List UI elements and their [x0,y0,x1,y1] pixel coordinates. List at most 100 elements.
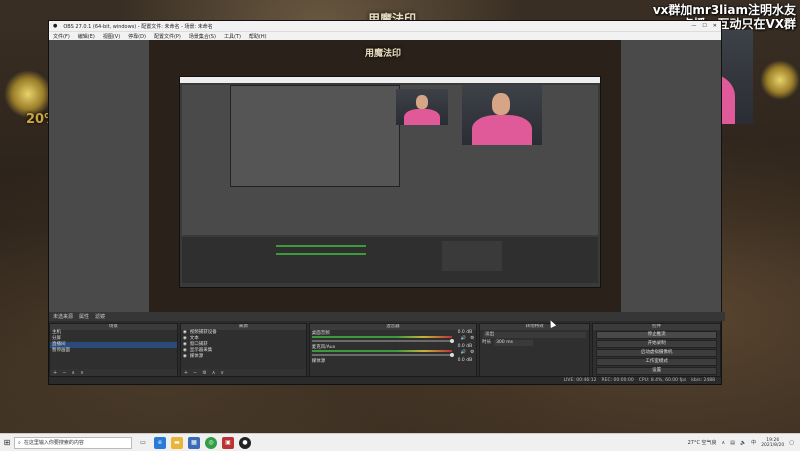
clock[interactable]: 19:26 2021/8/20 [761,438,784,448]
duration-row: 时长 300 ms [480,340,589,346]
transitions-header: 转场特效 [480,324,590,330]
nested-meter-1 [276,245,366,247]
source-label: 媒体源 [189,354,204,359]
windows-start-icon[interactable]: ⊞ [0,434,14,451]
virtual-camera-button[interactable]: 启动虚拟摄像机 [596,349,718,357]
channel-db: 0.0 dB [457,330,473,335]
remove-source-icon[interactable]: − [193,370,197,376]
folder-icon[interactable]: ▬ [171,436,183,449]
mixer-channel: 麦克风/Aux 0.0 dB 🔊 ⚙ [310,344,476,358]
obs-logo-icon: ● [53,23,58,29]
chrome-icon[interactable]: ◎ [205,436,217,449]
gear-icon[interactable]: ⚙ [202,370,206,376]
transition-select[interactable]: 淡出 [483,332,587,338]
notification-icon[interactable]: ▢ [789,440,794,446]
move-down-icon[interactable]: ∨ [220,370,224,376]
menu-tools[interactable]: 工具(T) [224,33,241,40]
sources-footer: + − ⚙ ∧ ∨ [180,369,306,376]
obs-taskbar-icon[interactable]: ● [239,436,251,449]
source-toolbar: 未选来源 属性 滤镜 [49,312,725,321]
windows-taskbar: ⊞ ⌕ 在这里输入你要搜索的内容 ▭ e ▬ ▦ ◎ ▣ ● 27°C 空气良 … [0,433,800,451]
move-up-icon[interactable]: ∧ [71,370,75,376]
menu-scene-collection[interactable]: 场景集合(S) [189,33,216,40]
stop-streaming-button[interactable]: 停止推流 [596,331,718,339]
obs-titlebar[interactable]: ● OBS 27.0.1 (64-bit, windows) - 配置文件: 未… [49,21,721,31]
audio-meter [311,350,452,352]
duration-label: 时长 [482,340,492,345]
obs-docks: 场景 主机 分屏 直播间 暂停画面 + − ∧ ∨ 来源 ◉ 视频捕获设备 ◉ 文本… [49,323,722,377]
mixer-channel: 媒体源 0.0 dB [310,358,476,372]
volume-icon[interactable]: 🔈 [740,440,746,446]
search-placeholder: 在这里输入你要搜索的内容 [23,440,84,446]
menu-docks[interactable]: 停靠(D) [128,33,146,40]
gear-icon[interactable]: ⚙ [470,336,474,341]
studio-mode-button[interactable]: 工作室模式 [596,358,718,366]
obs-window[interactable]: ● OBS 27.0.1 (64-bit, windows) - 配置文件: 未… [48,20,725,385]
properties-button[interactable]: 属性 [79,313,89,320]
channel-name: 媒体源 [311,359,326,364]
add-source-icon[interactable]: + [184,370,188,376]
minimize-icon[interactable]: — [691,23,696,29]
nested-webcam-2 [462,85,542,145]
edge-icon[interactable]: e [154,436,166,449]
speaker-icon[interactable]: 🔊 [461,350,467,355]
settings-button[interactable]: 设置 [596,367,718,375]
nested-webcam-1 [396,89,448,125]
add-scene-icon[interactable]: + [53,370,57,376]
obs-preview[interactable]: 用魔法印 [49,40,721,312]
inner-game-title: 用魔法印 [365,49,402,59]
menu-edit[interactable]: 编辑(E) [78,33,95,40]
maximize-icon[interactable]: ☐ [702,23,706,29]
channel-db: 0.0 dB [457,344,473,349]
weather-text[interactable]: 27°C 空气良 [688,439,717,446]
scenes-dock: 场景 主机 分屏 直播间 暂停画面 + − ∧ ∨ [49,323,178,377]
game-app-icon[interactable]: ▣ [222,436,234,449]
cpu-fps: CPU: 8.4%, 60.00 fps [638,378,687,383]
store-icon[interactable]: ▦ [188,436,200,449]
volume-knob[interactable] [449,339,454,343]
menu-help[interactable]: 帮助(H) [249,33,267,40]
task-view-icon[interactable]: ▭ [137,437,149,449]
controls-dock: 控件 停止推流 开始录制 启动虚拟摄像机 工作室模式 设置 退出 [592,323,722,377]
chevron-up-icon[interactable]: ∧ [722,440,726,446]
eye-icon[interactable]: ◉ [183,354,187,360]
duration-input[interactable]: 300 ms [494,340,533,346]
nested-preview [182,85,598,235]
taskbar-search[interactable]: ⌕ 在这里输入你要搜索的内容 [14,436,132,449]
bitrate: kb/s: 2488 [691,378,715,383]
speaker-icon[interactable]: 🔊 [461,336,467,341]
volume-slider[interactable] [311,340,452,342]
start-recording-button[interactable]: 开始录制 [596,340,718,348]
rec-timer: REC: 00:00:00 [601,378,634,383]
network-icon[interactable]: ▤ [730,440,735,446]
nested-obs-window [179,76,601,288]
mixer-channel: 桌面音频 0.0 dB 🔊 ⚙ [310,330,476,344]
sources-dock: 来源 ◉ 视频捕获设备 ◉ 文本 ◉ 窗口捕获 ◉ 显示器采集 ◉ 媒体源 + − ⚙ ∧… [179,323,307,377]
glow-orb-left [4,70,52,118]
system-tray: 27°C 空气良 ∧ ▤ 🔈 中 19:26 2021/8/20 ▢ [688,438,800,448]
volume-knob[interactable] [449,353,454,357]
move-down-icon[interactable]: ∨ [80,370,84,376]
filters-button[interactable]: 滤镜 [95,313,105,320]
controls-header: 控件 [593,324,721,330]
no-source-label: 未选来源 [53,314,74,320]
source-item[interactable]: ◉ 媒体源 [181,354,306,360]
ime-icon[interactable]: 中 [751,439,756,446]
transitions-dock: 转场特效 淡出 时长 300 ms [479,323,591,377]
close-icon[interactable]: ✕ [713,23,717,29]
nested-docks [182,237,598,283]
glow-orb-right [760,60,800,100]
gear-icon[interactable]: ⚙ [470,350,474,355]
search-icon: ⌕ [18,439,21,446]
nested-body-1 [404,109,440,125]
menu-profile[interactable]: 配置文件(P) [154,33,181,40]
move-up-icon[interactable]: ∧ [212,370,216,376]
scene-item[interactable]: 暂停画面 [50,348,177,354]
menu-file[interactable]: 文件(F) [53,33,70,40]
menu-view[interactable]: 视图(V) [103,33,120,40]
volume-slider[interactable] [311,354,452,356]
preview-canvas: 用魔法印 [149,40,621,312]
clock-date: 2021/8/20 [761,442,785,448]
channel-db: 0.0 dB [457,358,473,363]
remove-scene-icon[interactable]: − [62,370,66,376]
